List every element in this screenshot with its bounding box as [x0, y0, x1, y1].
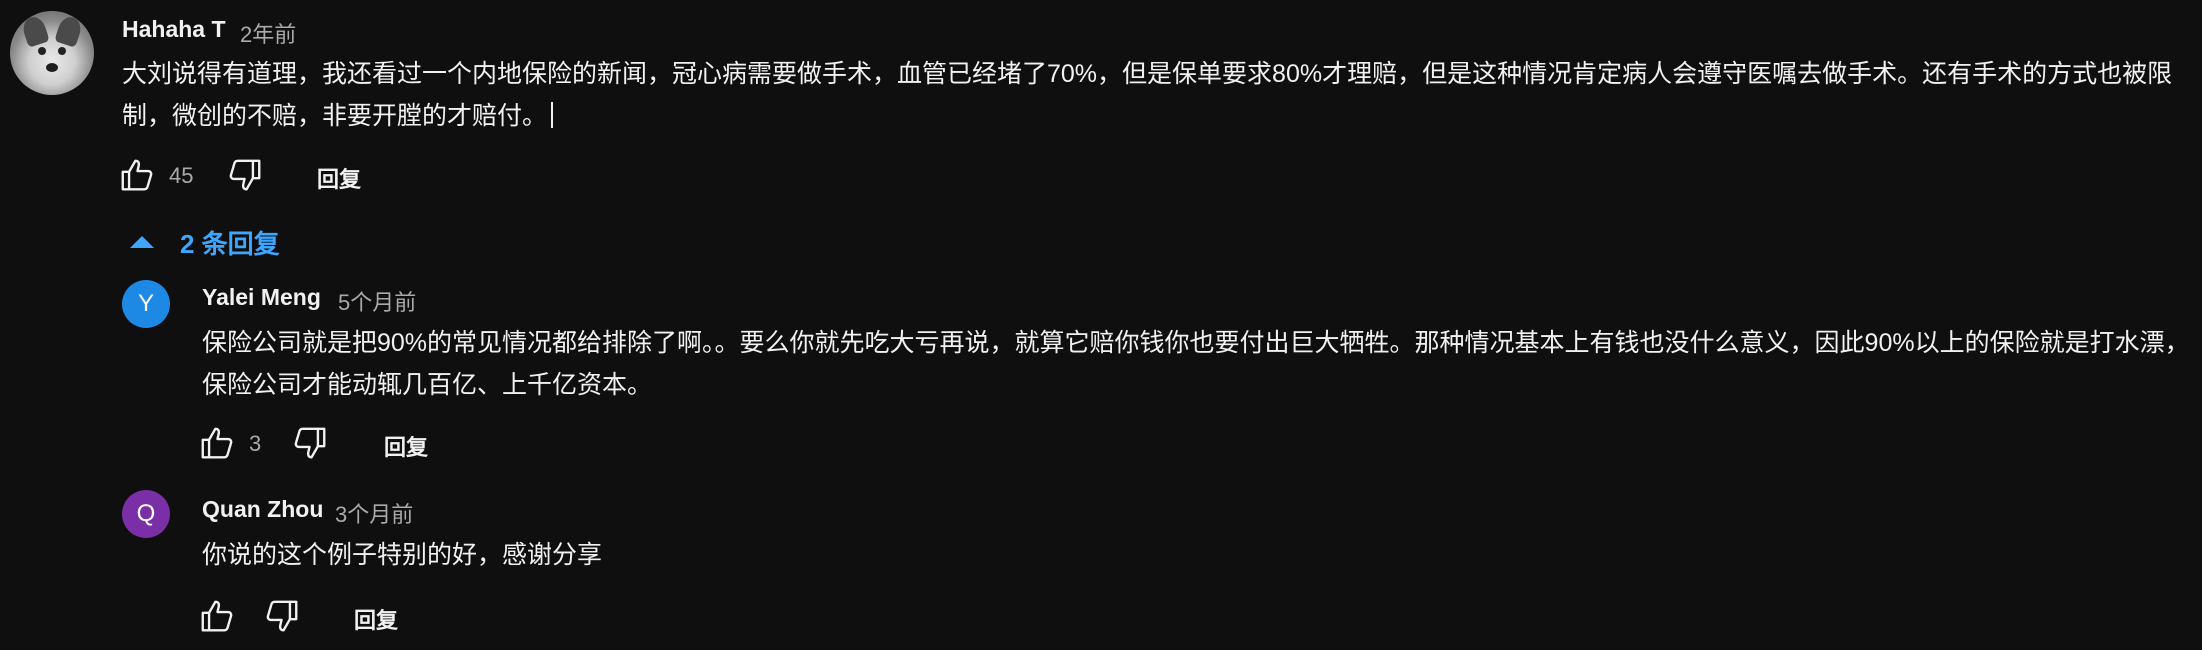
like-count: 3: [249, 431, 262, 456]
comment-text-content: 大刘说得有道理，我还看过一个内地保险的新闻，冠心病需要做手术，血管已经堵了70%…: [122, 60, 2173, 130]
comment-time[interactable]: 2年前: [240, 17, 296, 49]
reply-button[interactable]: 回复: [354, 603, 398, 635]
dislike-button[interactable]: [290, 423, 330, 463]
like-button[interactable]: [197, 596, 237, 636]
reply-time[interactable]: 3个月前: [335, 497, 413, 529]
thumbs-up-icon: [121, 159, 153, 191]
reply-time[interactable]: 5个月前: [338, 285, 416, 317]
dislike-button[interactable]: [262, 596, 302, 636]
replies-toggle-button[interactable]: 2 条回复: [130, 222, 280, 262]
like-button[interactable]: [197, 423, 237, 463]
comment-author[interactable]: Hahaha T: [122, 16, 226, 43]
like-count: 45: [169, 163, 194, 188]
avatar[interactable]: Q: [122, 490, 170, 538]
avatar[interactable]: [10, 11, 94, 95]
reply-author[interactable]: Yalei Meng: [202, 284, 321, 311]
thumbs-down-icon: [229, 159, 261, 191]
avatar[interactable]: Y: [122, 280, 170, 328]
reply-button[interactable]: 回复: [384, 430, 428, 462]
thumbs-down-icon: [266, 600, 298, 632]
replies-toggle-label: 2 条回复: [180, 228, 280, 259]
dislike-button[interactable]: [225, 155, 265, 195]
reply-text: 保险公司就是把90%的常见情况都给排除了啊。。要么你就先吃大亏再说，就算它赔你钱…: [202, 329, 2190, 399]
reply-author[interactable]: Quan Zhou: [202, 496, 323, 523]
thumbs-up-icon: [201, 427, 233, 459]
thumbs-up-icon: [201, 600, 233, 632]
text-cursor: [551, 102, 554, 128]
reply-button[interactable]: 回复: [317, 162, 361, 194]
comment-thread: Hahaha T 2年前 大刘说得有道理，我还看过一个内地保险的新闻，冠心病需要…: [0, 0, 2202, 650]
like-button[interactable]: [117, 155, 157, 195]
thumbs-down-icon: [294, 427, 326, 459]
triangle-up-icon: [130, 236, 154, 248]
comment-text: 大刘说得有道理，我还看过一个内地保险的新闻，冠心病需要做手术，血管已经堵了70%…: [122, 53, 2192, 137]
reply-text: 你说的这个例子特别的好，感谢分享: [202, 541, 603, 569]
